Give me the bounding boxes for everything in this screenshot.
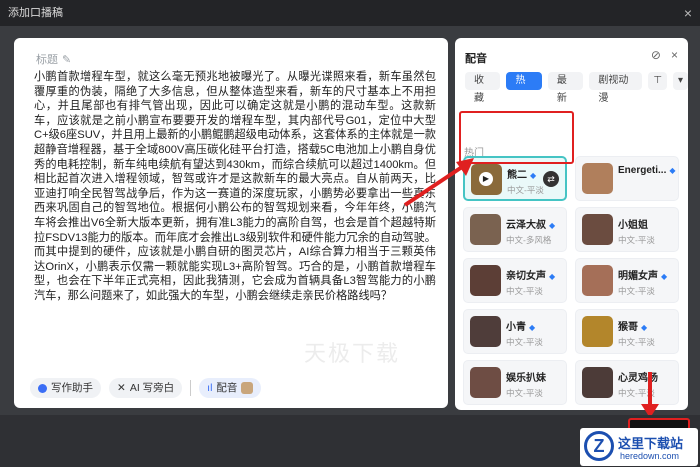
voice-style: 中文-平淡 (618, 235, 655, 245)
script-body-text[interactable]: 小鹏首款增程车型，就这么毫无预兆地被曝光了。从曝光谍照来看，新车虽然包覆厚重的伪… (34, 70, 436, 304)
voice-name: 明媚女声 ◆ (618, 267, 667, 282)
vip-badge-icon: ◆ (641, 323, 648, 332)
tab-popular[interactable]: 热门 (506, 72, 542, 104)
voice-avatar (470, 367, 501, 398)
voice-style: 中文-平淡 (618, 337, 655, 347)
sparkle-icon: ✕ (117, 382, 126, 394)
tab-latest[interactable]: 最新 (547, 72, 584, 104)
voice-name: 猴哥 ◆ (618, 318, 647, 333)
voice-name: 云泽大叔 ◆ (506, 216, 555, 231)
voice-name-text: 熊二 (507, 170, 527, 181)
title-field[interactable]: 标题 ✎ (36, 51, 71, 67)
voice-name-text: 娱乐扒妹 (506, 373, 546, 384)
voice-name-text: 小姐姐 (618, 220, 648, 231)
vip-badge-icon: ◆ (549, 221, 556, 230)
dubbing-button[interactable]: ıl 配音 (199, 378, 262, 398)
voice-style: 中文-多风格 (506, 235, 552, 245)
voice-style: 中文-平淡 (506, 337, 543, 347)
vip-badge-icon: ◆ (529, 323, 536, 332)
voice-name-text: 猴哥 (618, 322, 638, 333)
voice-name-text: 小青 (506, 322, 526, 333)
voice-avatar (582, 214, 613, 245)
toolbar-divider (190, 380, 192, 396)
voice-name-text: 明媚女声 (618, 271, 658, 282)
voice-avatar (582, 265, 613, 296)
red-arrow (403, 158, 474, 207)
voice-avatar (470, 214, 501, 245)
chevron-down-icon[interactable]: ▾ (672, 72, 688, 90)
panel-title: 配音 (465, 53, 487, 65)
voice-avatar (470, 316, 501, 347)
logo-mark: Z (584, 431, 614, 461)
dubbing-panel: 配音 ⊘ × 收藏 热门 最新 剧视动漫 ⊤ ▾ 热门 ▶ ⇄ 熊二 ◆ 中文-平淡 En… (455, 38, 688, 410)
voice-name: 亲切女声 ◆ (506, 267, 555, 282)
voice-card[interactable]: Energeti... ◆ (575, 156, 679, 201)
filter-icon[interactable]: ⊤ (648, 72, 667, 90)
voice-avatar (470, 265, 501, 296)
voice-card[interactable]: 明媚女声 ◆ 中文-平淡 (575, 258, 679, 303)
vip-badge-icon: ◆ (549, 272, 556, 281)
assistant-icon (38, 383, 47, 393)
voice-name-text: 亲切女声 (506, 271, 546, 282)
ai-narration-label: AI 写旁白 (129, 382, 175, 394)
voice-card[interactable]: 小青 ◆ 中文-平淡 (463, 309, 567, 354)
logo-line1: 这里下载站 (618, 436, 684, 451)
title-bar: 添加口播稿 × (0, 0, 700, 26)
vip-badge-icon: ◆ (661, 272, 668, 281)
voice-avatar (241, 382, 254, 394)
voice-name: 小姐姐 (618, 216, 648, 231)
voice-name: Energeti... ◆ (618, 165, 676, 176)
write-assistant-button[interactable]: 写作助手 (30, 378, 101, 398)
voice-card[interactable]: 娱乐扒妹中文-平淡 (463, 360, 567, 405)
stop-icon[interactable]: ⊘ (651, 48, 661, 62)
watermark-text: 天极下载 (304, 341, 401, 366)
voice-tabs: 收藏 热门 最新 剧视动漫 ⊤ ▾ (465, 72, 688, 104)
title-placeholder: 标题 (36, 54, 58, 66)
voice-avatar (582, 316, 613, 347)
voice-card[interactable]: 亲切女声 ◆ 中文-平淡 (463, 258, 567, 303)
tab-favorites[interactable]: 收藏 (465, 72, 501, 104)
voice-card[interactable]: 猴哥 ◆ 中文-平淡 (575, 309, 679, 354)
editor-toolbar: 写作助手 ✕ AI 写旁白 ıl 配音 (30, 378, 262, 398)
voice-name: 熊二 ◆ (507, 166, 536, 181)
script-editor[interactable]: 标题 ✎ 小鹏首款增程车型，就这么毫无预兆地被曝光了。从曝光谍照来看，新车虽然包… (14, 38, 448, 408)
voice-avatar (582, 163, 613, 194)
voice-name-text: Energeti... (618, 165, 667, 176)
voice-name: 小青 ◆ (506, 318, 535, 333)
dubbing-label: 配音 (216, 382, 238, 394)
write-assistant-label: 写作助手 (51, 382, 93, 394)
voice-avatar (582, 367, 613, 398)
logo-line2: heredown.com (620, 451, 680, 461)
vip-badge-icon: ◆ (669, 166, 676, 175)
site-logo: Z 这里下载站 heredown.com (580, 428, 698, 466)
close-icon[interactable]: × (684, 0, 692, 26)
voice-style: 中文-平淡 (506, 388, 543, 398)
swap-icon[interactable]: ⇄ (543, 171, 559, 187)
close-panel-icon[interactable]: × (671, 48, 678, 62)
voice-name: 娱乐扒妹 (506, 369, 546, 384)
voice-card[interactable]: 小姐姐中文-平淡 (575, 207, 679, 252)
tab-anime[interactable]: 剧视动漫 (589, 72, 643, 104)
window-title: 添加口播稿 (8, 7, 63, 19)
waveform-icon: ıl (207, 382, 213, 394)
dialog-window: 添加口播稿 × 标题 ✎ 小鹏首款增程车型，就这么毫无预兆地被曝光了。从曝光谍照… (0, 0, 700, 467)
voice-style: 中文-平淡 (506, 286, 543, 296)
vip-badge-icon: ◆ (530, 171, 537, 180)
voice-card[interactable]: 云泽大叔 ◆ 中文-多风格 (463, 207, 567, 252)
voice-name-text: 云泽大叔 (506, 220, 546, 231)
ai-narration-button[interactable]: ✕ AI 写旁白 (109, 378, 183, 398)
edit-pencil-icon[interactable]: ✎ (62, 53, 71, 66)
voice-style: 中文-平淡 (507, 185, 544, 195)
voice-style: 中文-平淡 (618, 286, 655, 296)
play-icon[interactable]: ▶ (479, 172, 493, 186)
